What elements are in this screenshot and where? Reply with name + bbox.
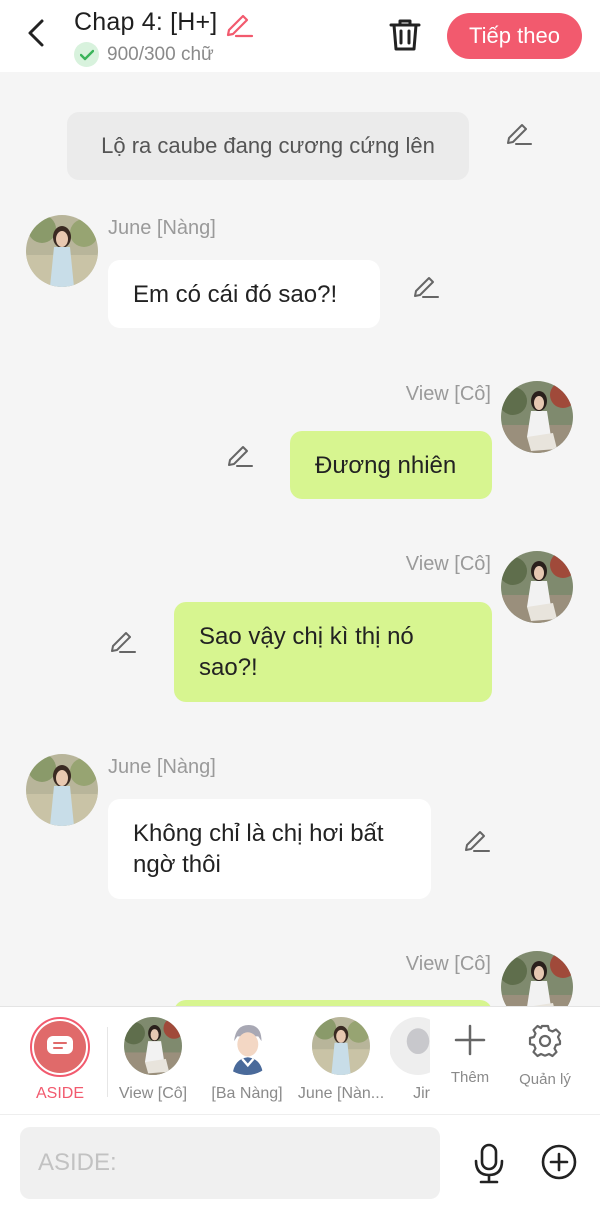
message-bubble[interactable]: Không chỉ là chị hơi bất ngờ thôi	[108, 799, 431, 899]
pencil-icon	[465, 831, 490, 852]
character-ba-nang[interactable]: [Ba Nàng]	[202, 1017, 292, 1103]
voice-button[interactable]	[470, 1143, 508, 1185]
character-view[interactable]: View [Cô]	[108, 1017, 198, 1103]
message-input[interactable]	[20, 1127, 440, 1199]
character-label: Jir	[413, 1085, 430, 1102]
character-jir[interactable]: Jir	[390, 1017, 430, 1103]
message-bubble[interactable]: Sao vậy chị kì thị nó sao?!	[174, 602, 492, 702]
add-character-button[interactable]: Thêm	[435, 1023, 505, 1086]
check-icon	[74, 42, 99, 67]
sender-name: June [Nàng]	[108, 756, 216, 778]
avatar-june[interactable]	[26, 754, 98, 826]
sender-name: June [Nàng]	[108, 217, 216, 239]
avatar	[124, 1017, 182, 1075]
character-bar: ASIDE View [Cô] [Ba Nàng] June [Nàn... J…	[0, 1006, 600, 1114]
character-label: ASIDE	[35, 1085, 84, 1102]
message-bubble[interactable]: Đương nhiên	[290, 431, 492, 499]
chat-bubble-icon	[34, 1021, 86, 1073]
pencil-icon	[111, 632, 136, 653]
sender-name: View [Cô]	[405, 383, 491, 405]
chevron-left-icon	[28, 19, 44, 47]
edit-message-button[interactable]	[462, 825, 492, 855]
character-label: View [Cô]	[118, 1085, 188, 1102]
chapter-title: Chap 4: [H+]	[74, 8, 218, 36]
avatar-june[interactable]	[26, 215, 98, 287]
character-aside[interactable]: ASIDE	[15, 1017, 105, 1103]
add-content-button[interactable]	[540, 1143, 578, 1181]
pencil-icon	[228, 446, 253, 467]
plus-circle-icon	[541, 1144, 577, 1180]
gear-icon	[528, 1024, 562, 1058]
top-bar: Chap 4: [H+] 900/300 chữ Tiếp theo	[0, 0, 600, 72]
plus-icon	[454, 1024, 486, 1056]
add-label: Thêm	[450, 1069, 490, 1086]
edit-message-button[interactable]	[108, 626, 138, 656]
next-button[interactable]: Tiếp theo	[447, 13, 582, 59]
edit-message-button[interactable]	[411, 271, 441, 301]
delete-button[interactable]	[386, 16, 424, 54]
back-button[interactable]	[20, 16, 54, 50]
chat-area[interactable]: Lộ ra caube đang cương cứng lên June [Nà…	[0, 72, 600, 1006]
avatar-view[interactable]	[501, 551, 573, 623]
avatar-view[interactable]	[501, 951, 573, 1006]
word-count-text: 900/300 chữ	[107, 43, 214, 65]
narration-bubble[interactable]: Lộ ra caube đang cương cứng lên	[67, 112, 469, 180]
avatar	[218, 1017, 276, 1075]
pencil-icon	[414, 277, 439, 298]
character-label: June [Nàn...	[297, 1085, 385, 1102]
manage-label: Quản lý	[519, 1071, 571, 1088]
pencil-icon	[226, 14, 254, 38]
trash-icon	[389, 19, 421, 51]
pencil-icon	[507, 124, 532, 145]
word-count: 900/300 chữ	[74, 42, 214, 67]
avatar	[312, 1017, 370, 1075]
edit-message-button[interactable]	[225, 440, 255, 470]
character-label: [Ba Nàng]	[211, 1085, 283, 1102]
edit-message-button[interactable]	[504, 118, 534, 148]
avatar-view[interactable]	[501, 381, 573, 453]
edit-title-button[interactable]	[224, 8, 254, 38]
character-june[interactable]: June [Nàn...	[296, 1017, 386, 1103]
manage-button[interactable]: Quản lý	[510, 1023, 580, 1088]
sender-name: View [Cô]	[405, 953, 491, 975]
microphone-icon	[474, 1143, 504, 1184]
input-bar	[0, 1114, 600, 1210]
sender-name: View [Cô]	[405, 553, 491, 575]
message-bubble[interactable]: Em có cái đó sao?!	[108, 260, 380, 328]
avatar	[390, 1017, 430, 1075]
